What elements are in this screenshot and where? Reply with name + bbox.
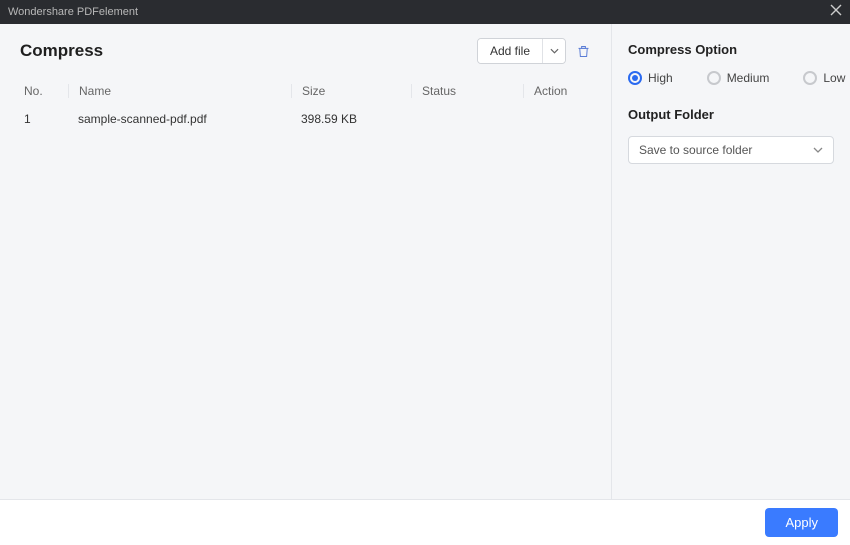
col-header-name: Name <box>68 84 291 98</box>
delete-button[interactable] <box>576 44 591 59</box>
footer: Apply <box>0 499 850 545</box>
radio-label: High <box>648 71 673 85</box>
cell-name: sample-scanned-pdf.pdf <box>68 112 291 126</box>
col-header-action: Action <box>523 84 591 98</box>
left-header: Compress Add file <box>20 38 591 64</box>
add-file-dropdown[interactable] <box>543 39 565 63</box>
col-header-size: Size <box>291 84 411 98</box>
cell-status <box>411 112 523 126</box>
compress-level-group: High Medium Low <box>628 71 834 85</box>
titlebar: Wondershare PDFelement <box>0 0 850 24</box>
content: Compress Add file No. Name Size Sta <box>0 24 850 499</box>
select-value: Save to source folder <box>639 143 752 157</box>
add-file-button[interactable]: Add file <box>478 39 543 63</box>
radio-icon <box>628 71 642 85</box>
output-folder-title: Output Folder <box>628 107 834 122</box>
radio-icon <box>707 71 721 85</box>
cell-action <box>523 112 591 126</box>
radio-label: Medium <box>727 71 770 85</box>
apply-button[interactable]: Apply <box>765 508 838 537</box>
page-title: Compress <box>20 41 103 61</box>
radio-high[interactable]: High <box>628 71 673 85</box>
col-header-no: No. <box>20 84 68 98</box>
radio-icon <box>803 71 817 85</box>
add-file-group: Add file <box>477 38 566 64</box>
output-folder-select[interactable]: Save to source folder <box>628 136 834 164</box>
col-header-status: Status <box>411 84 523 98</box>
trash-icon <box>576 44 591 59</box>
app-name: Wondershare PDFelement <box>8 6 138 18</box>
chevron-down-icon <box>550 48 559 54</box>
compress-option-title: Compress Option <box>628 42 834 57</box>
radio-medium[interactable]: Medium <box>707 71 770 85</box>
cell-size: 398.59 KB <box>291 112 411 126</box>
left-panel: Compress Add file No. Name Size Sta <box>0 24 612 499</box>
left-controls: Add file <box>477 38 591 64</box>
cell-no: 1 <box>20 112 68 126</box>
close-icon[interactable] <box>830 4 842 20</box>
table-row[interactable]: 1 sample-scanned-pdf.pdf 398.59 KB <box>20 104 591 134</box>
right-panel: Compress Option High Medium Low Output F… <box>612 24 850 499</box>
radio-label: Low <box>823 71 845 85</box>
radio-low[interactable]: Low <box>803 71 845 85</box>
chevron-down-icon <box>813 147 823 153</box>
table-header: No. Name Size Status Action <box>20 78 591 104</box>
